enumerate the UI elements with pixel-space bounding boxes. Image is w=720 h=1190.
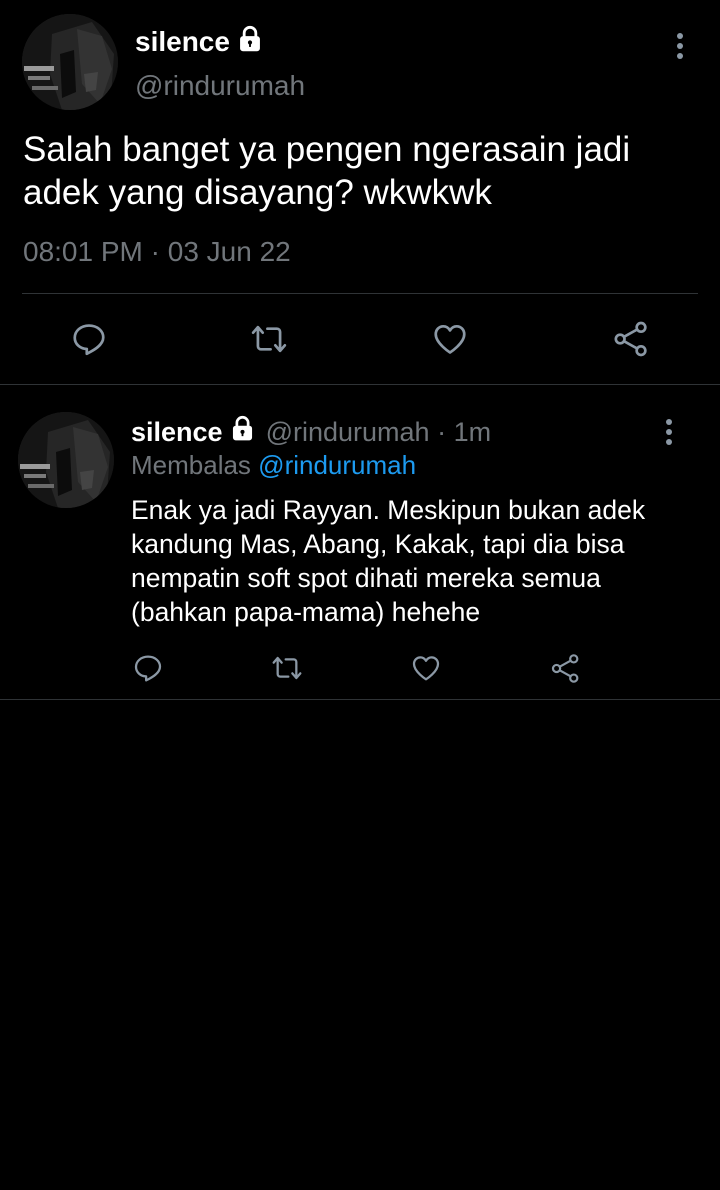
avatar[interactable]	[22, 14, 118, 110]
like-icon[interactable]	[427, 316, 473, 362]
like-icon[interactable]	[408, 650, 444, 686]
reply-icon[interactable]	[130, 650, 166, 686]
reply-author-row[interactable]: silence @rindurumah · 1m	[131, 414, 491, 450]
meta-separator: ·	[437, 416, 447, 447]
replying-to-line: Membalas @rindurumah	[131, 450, 416, 481]
avatar[interactable]	[18, 412, 114, 508]
author-display-name[interactable]: silence	[135, 26, 230, 58]
more-options-icon[interactable]	[672, 32, 688, 65]
tweet-actions	[0, 316, 720, 362]
retweet-icon[interactable]	[268, 650, 306, 686]
tweet-time: 08:01 PM	[23, 236, 143, 267]
lock-icon	[229, 415, 256, 449]
reply-handle[interactable]: @rindurumah	[266, 417, 430, 447]
timestamp-separator: ·	[150, 236, 160, 267]
replying-to-mention[interactable]: @rindurumah	[258, 450, 416, 480]
more-options-icon[interactable]	[661, 418, 677, 451]
retweet-icon[interactable]	[246, 316, 292, 362]
replying-to-label: Membalas	[131, 450, 251, 480]
lock-icon	[236, 25, 264, 60]
author-name-row[interactable]: silence	[135, 24, 264, 60]
reply-icon[interactable]	[66, 316, 112, 362]
share-icon[interactable]	[547, 650, 583, 686]
reply-text: Enak ya jadi Rayyan. Meskipun bukan adek…	[131, 495, 646, 627]
tweet-timestamp[interactable]: 08:01 PM · 03 Jun 22	[23, 236, 291, 268]
divider	[0, 699, 720, 700]
reply-meta: @rindurumah · 1m	[266, 417, 492, 448]
tweet-date: 03 Jun 22	[167, 236, 291, 267]
reply-age: 1m	[453, 416, 492, 447]
tweet-text: Salah banget ya pengen ngerasain jadi ad…	[23, 130, 631, 212]
divider	[22, 293, 698, 294]
reply-actions	[0, 650, 720, 688]
reply-display-name[interactable]: silence	[131, 417, 223, 448]
divider	[0, 384, 720, 385]
share-icon[interactable]	[608, 316, 654, 362]
author-handle[interactable]: @rindurumah	[135, 70, 305, 102]
